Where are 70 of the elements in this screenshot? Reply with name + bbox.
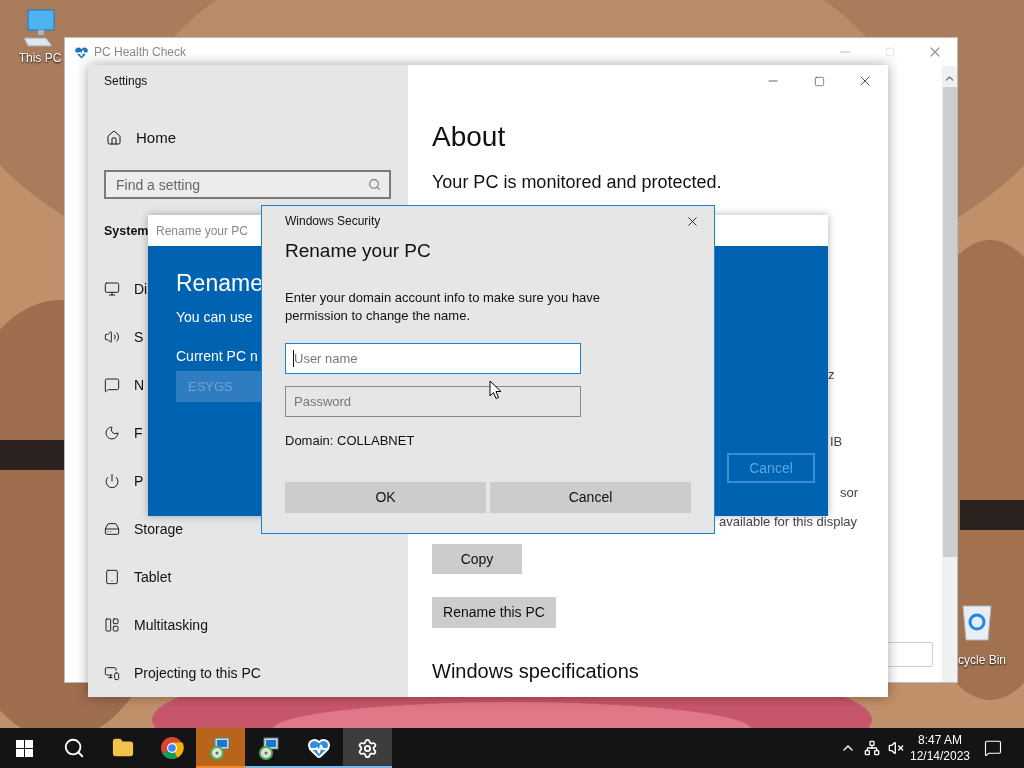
speaker-icon	[104, 329, 120, 345]
settings-icon	[357, 737, 378, 759]
drive-icon	[104, 521, 120, 537]
spec-text: z	[828, 366, 836, 384]
rename-button[interactable]: Rename this PC	[432, 597, 556, 628]
multitasking-icon	[104, 617, 120, 633]
home-nav-item[interactable]: Home	[104, 114, 408, 162]
nav-item[interactable]: S	[134, 326, 144, 348]
tablet-icon	[104, 569, 120, 585]
nav-item[interactable]: Multitasking	[134, 614, 208, 636]
search-field[interactable]: Find a setting	[104, 170, 391, 199]
taskbar-button[interactable]	[343, 728, 392, 768]
nav-item[interactable]: F	[134, 422, 143, 444]
heart-pulse-icon	[73, 43, 90, 61]
clock[interactable]: 8:47 AM 12/14/2023	[904, 728, 976, 768]
notification-icon[interactable]	[984, 739, 1002, 757]
input-field[interactable]: Password	[285, 386, 581, 417]
window-title: PC Health Check	[94, 44, 187, 61]
domain-text: Domain: COLLABNET	[285, 432, 416, 450]
folder-icon	[111, 737, 134, 759]
message-icon	[104, 377, 120, 393]
projector-icon	[104, 665, 120, 681]
power-icon	[104, 473, 120, 489]
field-label: Current PC n	[176, 347, 258, 366]
cancel-button[interactable]: Cancel	[490, 482, 691, 513]
monitor-icon	[104, 281, 120, 297]
text-cursor	[293, 350, 294, 367]
input-field[interactable]: User name	[285, 343, 581, 374]
desktop-icon-label[interactable]: This PC	[18, 50, 62, 66]
page-title: About	[432, 120, 507, 154]
maximize-icon	[813, 75, 825, 87]
home-icon	[106, 130, 122, 146]
window-title: Settings	[104, 73, 148, 90]
dialog-title: Rename your PC	[156, 222, 249, 240]
nav-item[interactable]: Tablet	[134, 566, 172, 588]
spec-text: available for this display	[719, 513, 859, 531]
dialog-title: Windows Security	[285, 213, 381, 230]
nav-item[interactable]: Projecting to this PC	[134, 662, 261, 684]
desktop-icon-label[interactable]: cycle Bin	[958, 652, 1018, 668]
scrollbar[interactable]	[942, 66, 957, 682]
dialog-heading: Rename	[176, 269, 263, 298]
recycle-bin-icon[interactable]	[960, 602, 994, 642]
scrollbar-thumb[interactable]	[942, 87, 957, 557]
search-icon	[62, 737, 85, 759]
setup-program-icon	[208, 736, 233, 760]
volume-muted-icon[interactable]	[888, 740, 904, 756]
nav-item[interactable]: N	[134, 374, 145, 396]
spec-text: IB	[830, 433, 844, 451]
computer-icon[interactable]	[22, 8, 58, 48]
nav-item[interactable]: Di	[134, 278, 148, 300]
search-icon	[368, 178, 381, 191]
maximize-icon	[884, 47, 895, 57]
setup-program-icon	[257, 736, 282, 760]
copy-button[interactable]: Copy	[432, 544, 522, 574]
heart-pulse-icon	[306, 736, 331, 760]
ok-button[interactable]: OK	[285, 482, 486, 513]
nav-item[interactable]: P	[134, 470, 144, 492]
section-heading: Windows specifications	[432, 659, 639, 684]
moon-icon	[104, 425, 120, 441]
windows-logo-icon	[16, 739, 33, 757]
chrome-icon	[159, 736, 184, 760]
dialog-text: You can use	[176, 308, 253, 327]
dialog-text: Enter your domain account info to make sure you have permission to change the name.	[285, 289, 602, 325]
section-heading: System	[104, 222, 149, 240]
mouse-pointer-icon	[489, 380, 502, 400]
network-icon[interactable]	[864, 740, 880, 756]
nav-item[interactable]: Storage	[134, 518, 184, 540]
status-text: Your PC is monitored and protected.	[432, 171, 723, 194]
spec-text: sor	[840, 484, 860, 502]
dialog-heading: Rename your PC	[285, 239, 432, 263]
